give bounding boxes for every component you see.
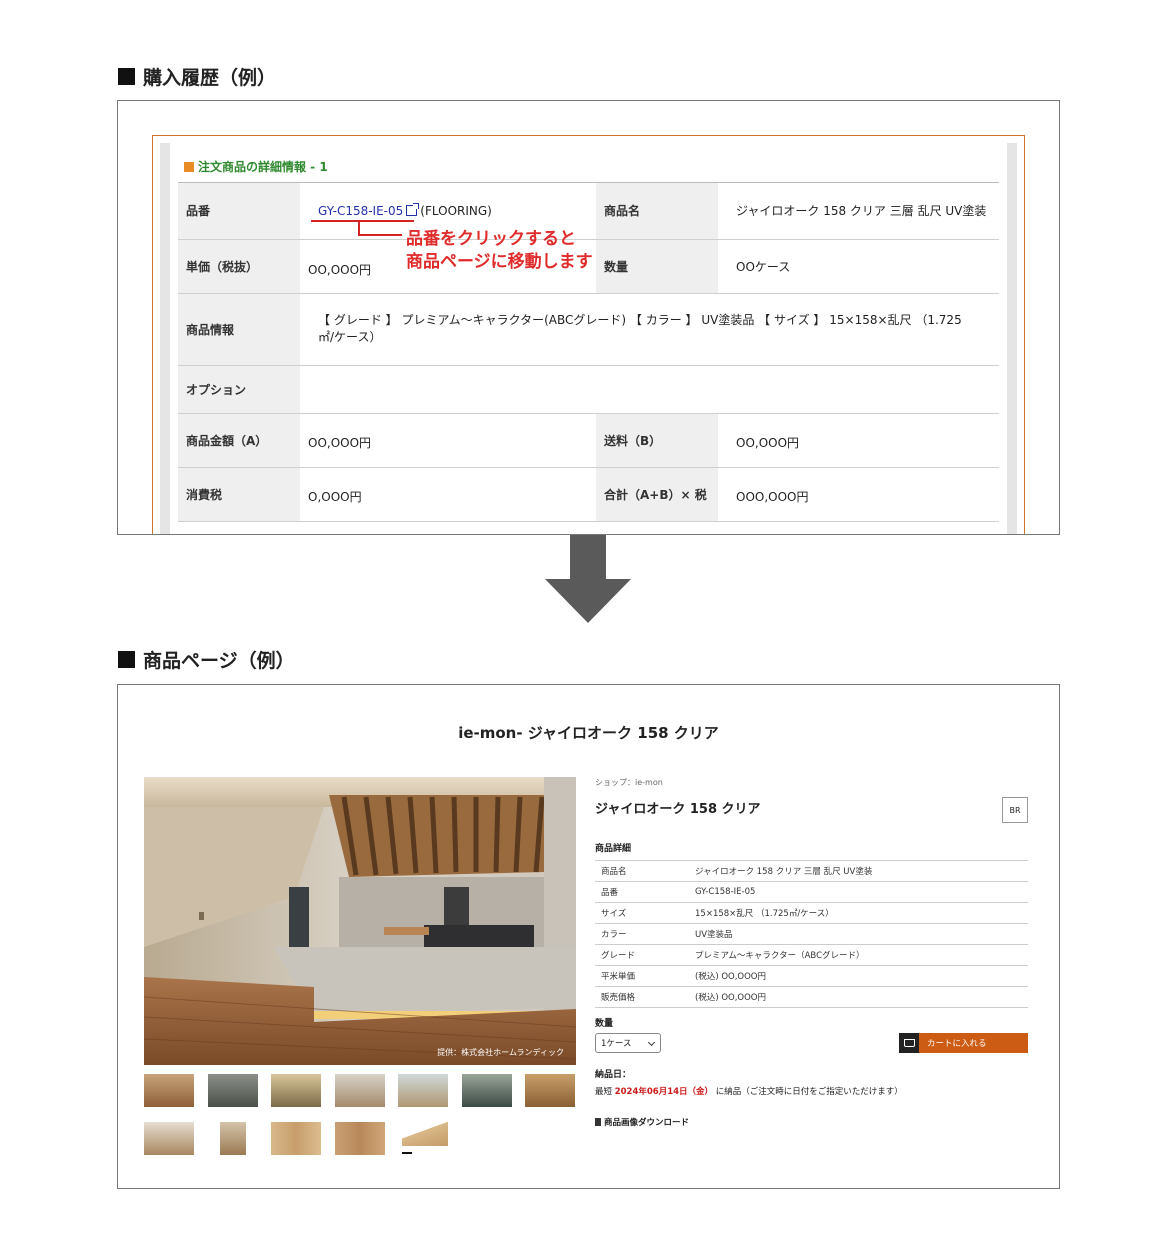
order-detail-panel: 注文商品の詳細情報 - 1 品番 GY-C158-IE-05 (FLOORING)… [152, 135, 1025, 534]
table-row: 品番 GY-C158-IE-05 [595, 881, 1028, 903]
share-button[interactable]: BR [1002, 797, 1028, 823]
cart-icon [899, 1033, 919, 1053]
thumbnail[interactable] [525, 1074, 575, 1107]
delivery-label: 納品日： [595, 1070, 632, 1080]
section-heading-purchase: 購入履歴（例） [118, 63, 276, 90]
table-row: 消費税 O,OOO円 合計（A+B）× 税 OOO,OOO円 [178, 467, 999, 522]
document-icon [595, 1118, 601, 1126]
product-info-label: 商品情報 [178, 293, 300, 366]
table-row: カラー UV塗装品 [595, 923, 1028, 945]
thumbnail[interactable] [462, 1074, 512, 1107]
product-info-value: 【 グレード 】 プレミアム～キャラクター(ABCグレード) 【 カラー 】 U… [300, 293, 999, 366]
main-product-photo: 提供：株式会社ホームランディック [144, 777, 576, 1065]
square-bullet-icon [118, 68, 135, 85]
product-name: ジャイロオーク 158 クリア [595, 802, 761, 817]
table-row: 平米単価 (税込) OO,OOO円 [595, 965, 1028, 987]
shipping-value: OO,OOO円 [718, 413, 999, 468]
table-row: グレード プレミアム～キャラクター（ABCグレード） [595, 944, 1028, 966]
tax-label: 消費税 [178, 467, 300, 522]
product-info-panel: ショップ：ie-mon ジャイロオーク 158 クリア BR 商品詳細 商品名ジ… [595, 777, 1028, 1128]
part-number-link[interactable]: GY-C158-IE-05 [318, 204, 403, 218]
spec-heading: 商品詳細 [595, 844, 632, 854]
thumbnail[interactable] [335, 1122, 385, 1155]
section-heading-product: 商品ページ（例） [118, 646, 295, 673]
product-name-label: 商品名 [596, 183, 718, 240]
down-arrow-icon [545, 535, 631, 623]
unit-price-label: 単価（税抜） [178, 239, 300, 294]
square-bullet-icon [118, 651, 135, 668]
thumbnail[interactable] [402, 1122, 448, 1146]
table-row: サイズ 15×158×乱尺 （1.725㎡/ケース） [595, 902, 1028, 924]
thumbnail[interactable] [271, 1122, 321, 1155]
spec-table: 商品名 ジャイロオーク 158 クリア 三層 乱尺 UV塗装 品番 GY-C158-… [595, 860, 1028, 1008]
table-row: 商品情報 【 グレード 】 プレミアム～キャラクター(ABCグレード) 【 カラ… [178, 293, 999, 366]
external-link-icon [406, 202, 420, 216]
table-row: 商品金額（A） OO,OOO円 送料（B） OO,OOO円 [178, 413, 999, 468]
amount-value: OO,OOO円 [300, 413, 596, 468]
product-name-value: ジャイロオーク 158 クリア 三層 乱尺 UV塗装 [718, 183, 999, 240]
purchase-history-frame: 注文商品の詳細情報 - 1 品番 GY-C158-IE-05 (FLOORING)… [117, 100, 1060, 535]
thumbnail[interactable] [271, 1074, 321, 1107]
page-title: ie-mon- ジャイロオーク 158 クリア [458, 724, 719, 742]
shipping-label: 送料（B） [596, 413, 718, 468]
option-label: オプション [178, 365, 300, 414]
product-page-frame: ie-mon- ジャイロオーク 158 クリア 提供：株式会社ホームランディック… [117, 684, 1060, 1189]
add-to-cart-button[interactable]: カートに入れる [899, 1033, 1028, 1053]
callout-underline [311, 220, 414, 222]
category-text: (FLOORING) [420, 203, 492, 218]
delivery-date: 2024年06月14日（金） [614, 1087, 714, 1097]
total-value: OOO,OOO円 [718, 467, 999, 522]
photo-credit: 提供：株式会社ホームランディック [437, 1048, 564, 1057]
table-row: 商品名 ジャイロオーク 158 クリア 三層 乱尺 UV塗装 [595, 860, 1028, 882]
shop-link[interactable]: ショップ：ie-mon [595, 777, 1028, 788]
thumbnail[interactable] [335, 1074, 385, 1107]
thumbnail[interactable] [220, 1122, 246, 1155]
square-bullet-icon [184, 161, 194, 172]
table-row: 販売価格 (税込) OO,OOO円 [595, 986, 1028, 1008]
total-label: 合計（A+B）× 税 [596, 467, 718, 522]
amount-label: 商品金額（A） [178, 413, 300, 468]
quantity-label: 数量 [595, 1019, 614, 1029]
quantity-label: 数量 [596, 239, 718, 294]
quantity-select[interactable]: 1ケース [595, 1033, 661, 1053]
chevron-down-icon [647, 1038, 656, 1047]
order-detail-heading: 注文商品の詳細情報 - 1 [178, 143, 999, 183]
image-download-link[interactable]: 商品画像ダウンロード [595, 1116, 1028, 1128]
thumbnail[interactable] [208, 1074, 258, 1107]
option-value [300, 365, 999, 414]
thumbnail[interactable] [144, 1074, 194, 1107]
callout-connector [358, 234, 402, 236]
delivery-text: 最短 2024年06月14日（金） に納品（ご注文時に日付をご指定いただけます） [595, 1087, 903, 1097]
active-thumbnail-indicator [402, 1152, 412, 1154]
thumbnail[interactable] [144, 1122, 194, 1155]
callout-text: 品番をクリックすると 商品ページに移動します [406, 229, 593, 272]
tax-value: O,OOO円 [300, 467, 596, 522]
callout-connector [358, 222, 360, 234]
part-number-label: 品番 [178, 183, 300, 240]
thumbnail[interactable] [398, 1074, 448, 1107]
table-row: オプション [178, 365, 999, 414]
quantity-value: OOケース [718, 239, 999, 294]
